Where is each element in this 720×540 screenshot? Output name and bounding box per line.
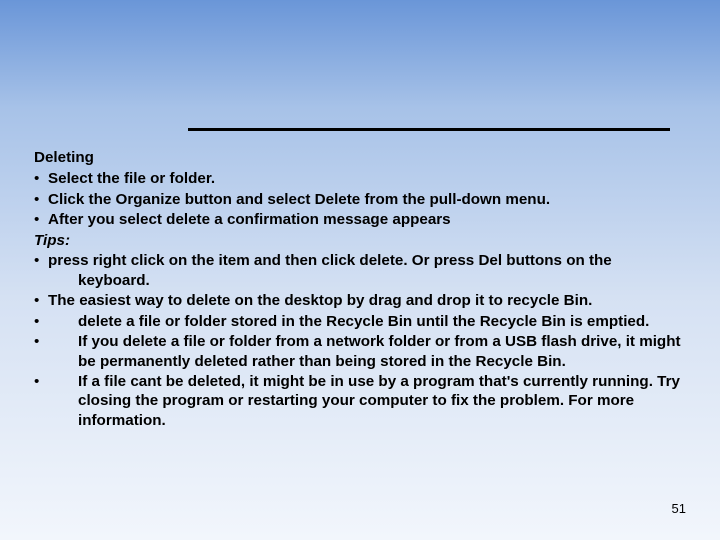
steps-list: • Select the file or folder. • Click the… [34,169,682,229]
step-text: Click the Organize button and select Del… [48,190,682,209]
tips-list: • press right click on the item and then… [34,251,682,430]
slide: Deleting • Select the file or folder. • … [0,0,720,540]
list-item: • Click the Organize button and select D… [34,190,682,209]
list-item: • delete a file or folder stored in the … [34,312,682,331]
section-heading: Deleting [34,148,682,167]
header-rule [188,128,670,131]
content-block: Deleting • Select the file or folder. • … [34,148,682,431]
bullet-icon: • [34,210,48,229]
step-text: Select the file or folder. [48,169,682,188]
tip-text: The easiest way to delete on the desktop… [48,291,682,310]
bullet-icon: • [34,169,48,188]
list-item: • press right click on the item and then… [34,251,682,290]
tip-text: If a file cant be deleted, it might be i… [48,372,682,430]
bullet-icon: • [34,372,48,391]
step-text: After you select delete a confirmation m… [48,210,682,229]
bullet-icon: • [34,251,48,270]
bullet-icon: • [34,291,48,310]
list-item: • Select the file or folder. [34,169,682,188]
tips-heading: Tips: [34,231,682,250]
list-item: • If a file cant be deleted, it might be… [34,372,682,430]
tip-text: If you delete a file or folder from a ne… [48,332,682,371]
tip-text: press right click on the item and then c… [48,251,682,290]
bullet-icon: • [34,332,48,351]
list-item: • After you select delete a confirmation… [34,210,682,229]
list-item: • If you delete a file or folder from a … [34,332,682,371]
bullet-icon: • [34,190,48,209]
page-number: 51 [672,501,686,516]
tip-text: delete a file or folder stored in the Re… [48,312,682,331]
list-item: • The easiest way to delete on the deskt… [34,291,682,310]
bullet-icon: • [34,312,48,331]
